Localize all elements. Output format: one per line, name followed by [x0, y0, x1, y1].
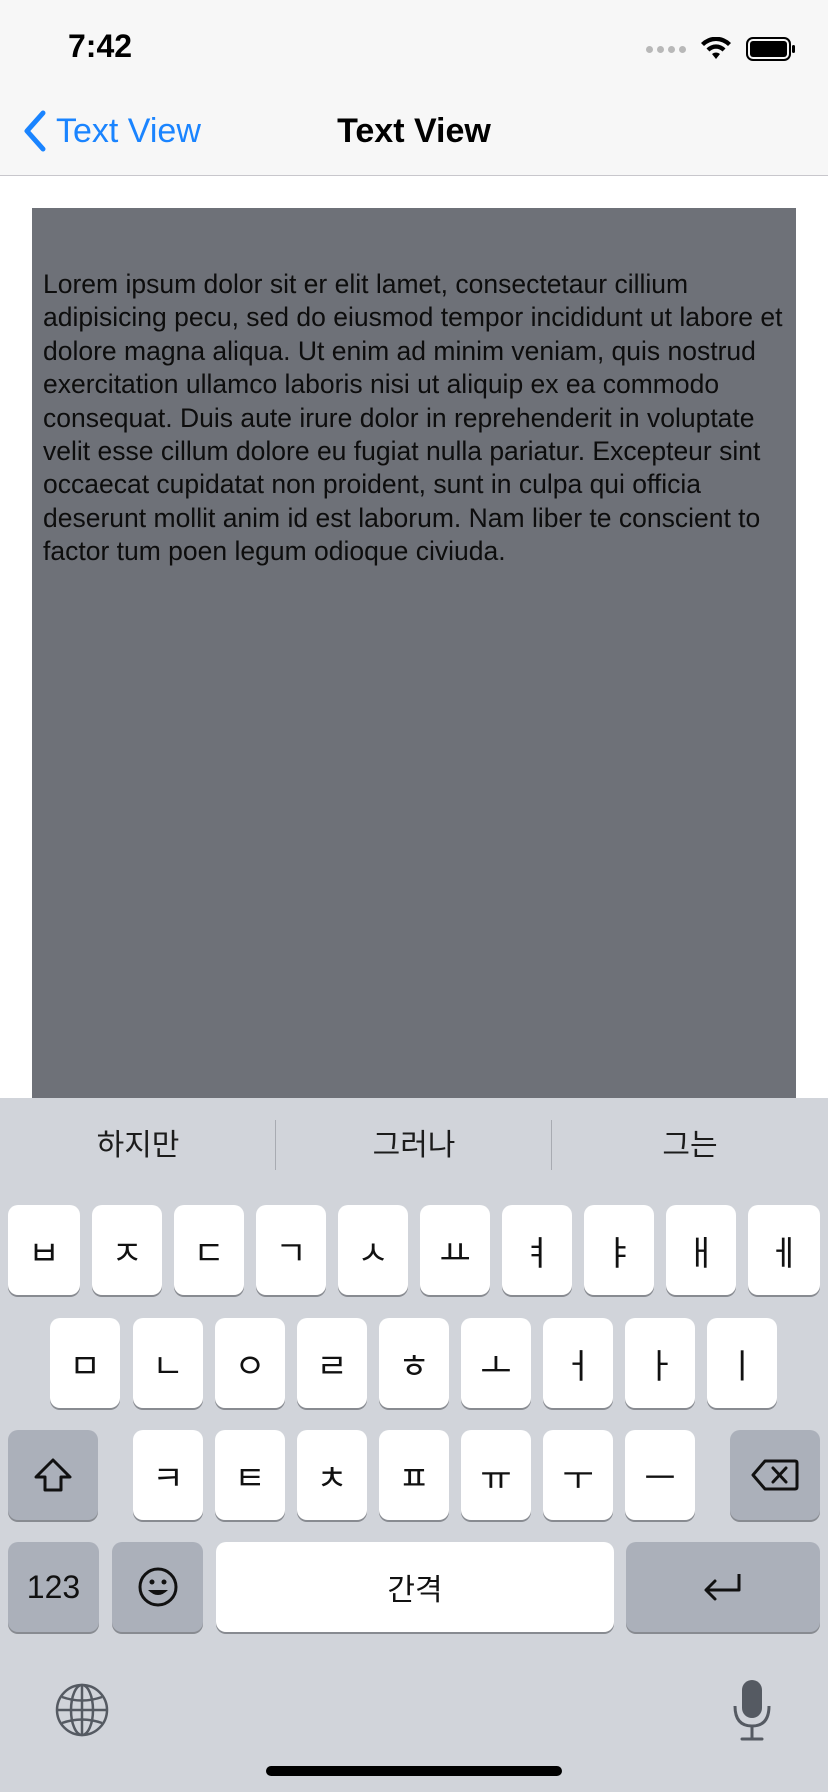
key-row3-5[interactable]: ㅠ: [461, 1430, 531, 1520]
key-row1-10[interactable]: ㅔ: [748, 1205, 820, 1295]
microphone-button[interactable]: [730, 1678, 774, 1742]
status-time: 7:42: [68, 28, 133, 64]
home-indicator[interactable]: [266, 1766, 562, 1776]
key-row3-7[interactable]: ㅡ: [625, 1430, 695, 1520]
key-row1-9[interactable]: ㅐ: [666, 1205, 736, 1295]
key-row2-1[interactable]: ㅁ: [50, 1318, 120, 1408]
navigation-bar: Text View Text View: [0, 88, 828, 176]
text-view-content[interactable]: Lorem ipsum dolor sit er elit lamet, con…: [43, 268, 785, 569]
key-row3-3[interactable]: ㅊ: [297, 1430, 367, 1520]
cellular-signal-icon: [646, 45, 686, 53]
numbers-key-label: 123: [26, 1568, 81, 1605]
status-icons: [646, 34, 796, 64]
space-key-label: 간격: [387, 1573, 443, 1608]
page-title: Text View: [337, 112, 491, 150]
key-row1-2[interactable]: ㅈ: [92, 1205, 162, 1295]
suggestion-bar: 하지만 그러나 그는: [0, 1098, 828, 1190]
numbers-key[interactable]: 123: [8, 1542, 99, 1632]
key-row3-2[interactable]: ㅌ: [215, 1430, 285, 1520]
key-row2-4[interactable]: ㄹ: [297, 1318, 367, 1408]
key-row2-9[interactable]: ㅣ: [707, 1318, 777, 1408]
key-row3-1[interactable]: ㅋ: [133, 1430, 203, 1520]
key-row1-1[interactable]: ㅂ: [8, 1205, 80, 1295]
key-row3-6[interactable]: ㅜ: [543, 1430, 613, 1520]
key-row2-7[interactable]: ㅓ: [543, 1318, 613, 1408]
key-row1-3[interactable]: ㄷ: [174, 1205, 244, 1295]
key-row1-8[interactable]: ㅑ: [584, 1205, 654, 1295]
backspace-icon: [751, 1459, 799, 1491]
space-key[interactable]: 간격: [216, 1542, 614, 1632]
key-row1-6[interactable]: ㅛ: [420, 1205, 490, 1295]
suggestion-1[interactable]: 하지만: [0, 1120, 276, 1164]
suggestion-3[interactable]: 그는: [552, 1120, 828, 1164]
microphone-icon: [733, 1680, 771, 1741]
key-row2-2[interactable]: ㄴ: [133, 1318, 203, 1408]
return-icon: [704, 1574, 741, 1601]
shift-key[interactable]: [8, 1430, 98, 1520]
emoji-icon: [138, 1567, 177, 1607]
battery-icon: [746, 37, 795, 61]
suggestion-2[interactable]: 그러나: [276, 1120, 552, 1164]
globe-button[interactable]: [54, 1682, 110, 1738]
key-row1-4[interactable]: ㄱ: [256, 1205, 326, 1295]
key-row3-4[interactable]: ㅍ: [379, 1430, 449, 1520]
return-key[interactable]: [626, 1542, 820, 1632]
globe-icon: [55, 1683, 109, 1737]
wifi-icon: [701, 37, 731, 59]
emoji-key[interactable]: [112, 1542, 203, 1632]
text-view[interactable]: Lorem ipsum dolor sit er elit lamet, con…: [32, 208, 796, 1098]
key-row1-5[interactable]: ㅅ: [338, 1205, 408, 1295]
key-row2-5[interactable]: ㅎ: [379, 1318, 449, 1408]
korean-keyboard: 하지만 그러나 그는 ㅂ ㅈ ㄷ ㄱ ㅅ ㅛ ㅕ ㅑ ㅐ ㅔ ㅁ ㄴ ㅇ ㄹ ㅎ…: [0, 1098, 828, 1792]
key-row2-3[interactable]: ㅇ: [215, 1318, 285, 1408]
key-row2-8[interactable]: ㅏ: [625, 1318, 695, 1408]
key-row1-7[interactable]: ㅕ: [502, 1205, 572, 1295]
status-bar: 7:42: [0, 0, 828, 88]
shift-icon: [34, 1458, 72, 1492]
backspace-key[interactable]: [730, 1430, 820, 1520]
key-row2-6[interactable]: ㅗ: [461, 1318, 531, 1408]
